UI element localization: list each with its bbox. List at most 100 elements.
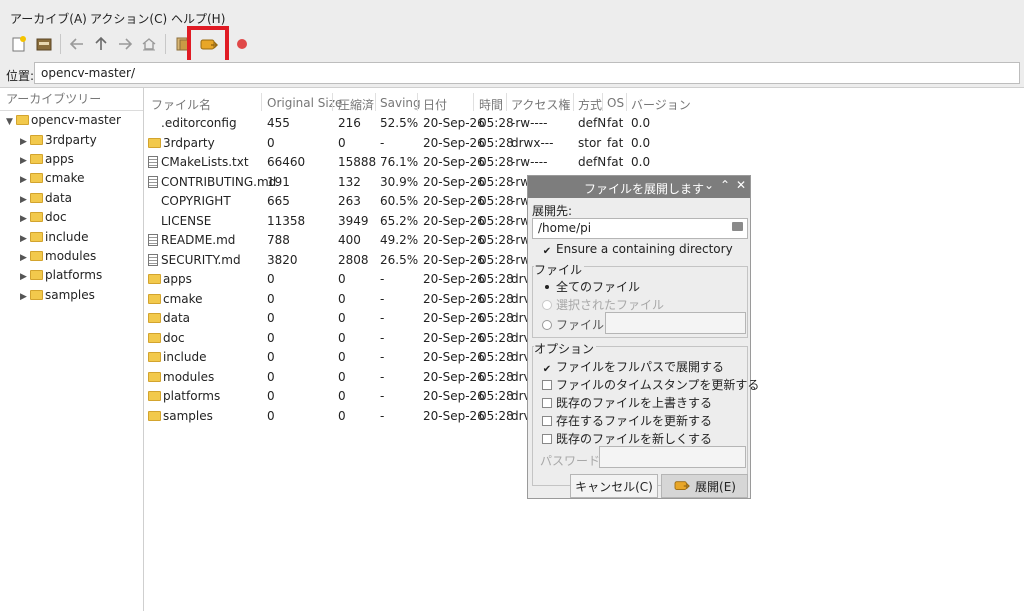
files-pattern-radio[interactable]: ファイル: <box>542 316 608 333</box>
open-archive-icon[interactable] <box>33 33 55 55</box>
back-arrow-icon[interactable] <box>66 33 88 55</box>
selected-files-radio[interactable]: 選択されたファイル <box>542 296 664 313</box>
menu-action[interactable]: アクション(C) <box>90 10 167 27</box>
extract-button[interactable]: 展開(E) <box>661 474 748 498</box>
cell-compressed: 0 <box>338 350 346 364</box>
dialog-title-bar[interactable]: ファイルを展開します ⌄ ⌃ ✕ <box>528 176 750 198</box>
column-header-compressed[interactable]: 圧縮済 <box>338 96 374 113</box>
file-list-header: ファイル名 Original Size 圧縮済 Saving 日付 時間 アクセ… <box>144 88 1024 117</box>
cell-original-size: 788 <box>267 233 290 247</box>
folder-icon <box>148 391 161 401</box>
filename-text: 3rdparty <box>163 135 215 150</box>
tree-item[interactable]: ▶ platforms <box>20 266 102 285</box>
table-row[interactable]: 3rdparty 0 0 - 20-Sep-26 05:28 drwx--- stor fat 0… <box>144 134 1024 153</box>
home-icon[interactable] <box>138 33 160 55</box>
cell-time: 05:28 <box>479 350 514 364</box>
files-pattern-input[interactable] <box>605 312 746 334</box>
menu-help[interactable]: ヘルプ(H) <box>171 10 225 27</box>
column-header-date[interactable]: 日付 <box>423 96 447 113</box>
column-header-permissions[interactable]: アクセス権 <box>511 96 570 113</box>
table-row[interactable]: CMakeLists.txt 66460 15888 76.1% 20-Sep-26 05… <box>144 153 1024 172</box>
cell-compressed: 216 <box>338 116 361 130</box>
expanded-triangle-icon[interactable]: ▼ <box>6 113 16 132</box>
cell-saving: 49.2% <box>380 233 419 247</box>
cell-saving: 65.2% <box>380 213 419 228</box>
cell-original-size: 0 <box>267 291 275 306</box>
cell-compressed: 0 <box>338 389 346 403</box>
up-arrow-icon[interactable] <box>90 33 112 55</box>
forward-arrow-icon[interactable] <box>114 33 136 55</box>
collapsed-triangle-icon[interactable]: ▶ <box>20 210 30 229</box>
cell-time: 05:28 <box>479 272 514 286</box>
column-header-saving[interactable]: Saving <box>380 96 421 110</box>
collapsed-triangle-icon[interactable]: ▶ <box>20 288 30 307</box>
collapsed-triangle-icon[interactable]: ▶ <box>20 268 30 287</box>
checkmark-icon: ✔ <box>542 246 552 257</box>
password-input[interactable] <box>599 446 746 468</box>
tree-item[interactable]: ▶ cmake <box>20 169 85 188</box>
tree-item[interactable]: ▶ doc <box>20 208 67 227</box>
cell-date: 20-Sep-26 <box>423 233 485 247</box>
files-group-label: ファイル <box>534 261 585 278</box>
close-icon[interactable]: ✕ <box>736 178 746 192</box>
tree-item[interactable]: ▶ include <box>20 228 88 247</box>
cell-compressed: 15888 <box>338 155 377 169</box>
filename-text: doc <box>163 330 185 345</box>
folder-icon <box>148 352 161 362</box>
collapsed-triangle-icon[interactable]: ▶ <box>20 171 30 190</box>
radio-icon <box>542 320 552 330</box>
column-header-method[interactable]: 方式 <box>578 96 602 113</box>
column-header-time[interactable]: 時間 <box>479 96 503 113</box>
archive-tree-header: アーカイブツリー <box>0 88 143 111</box>
opt-update-checkbox[interactable]: 存在するファイルを更新する <box>542 412 712 429</box>
opt-fullpath-checkbox[interactable]: ✔ ファイルをフルパスで展開する <box>542 358 724 376</box>
tree-item-label: 3rdparty <box>45 133 97 147</box>
opt-newer-checkbox[interactable]: 既存のファイルを新しくする <box>542 430 712 447</box>
cell-time: 05:28 <box>479 194 514 208</box>
cell-version: 0.0 <box>631 116 651 130</box>
cell-version: 0.0 <box>631 155 651 169</box>
extract-dialog: ファイルを展開します ⌄ ⌃ ✕ 展開先: /home/pi ✔ Ensure a… <box>527 175 759 499</box>
opt-fullpath-label: ファイルをフルパスで展開する <box>556 360 725 374</box>
text-file-icon <box>148 234 158 246</box>
folder-icon <box>148 410 161 421</box>
cell-permissions: -rw---- <box>511 116 548 130</box>
folder-browse-icon[interactable] <box>732 222 743 231</box>
new-archive-icon[interactable] <box>8 33 30 55</box>
destination-input[interactable]: /home/pi <box>532 218 748 239</box>
all-files-radio[interactable]: 全てのファイル <box>542 278 640 295</box>
tree-item[interactable]: ▶ apps <box>20 150 74 169</box>
stop-icon[interactable] <box>231 33 253 55</box>
ensure-directory-checkbox[interactable]: ✔ Ensure a containing directory <box>542 242 733 258</box>
maximize-icon[interactable]: ⌃ <box>720 178 730 192</box>
cell-original-size: 66460 <box>267 155 306 169</box>
minimize-icon[interactable]: ⌄ <box>704 178 714 192</box>
tree-item[interactable]: ▶ samples <box>20 286 95 305</box>
column-header-version[interactable]: バージョン <box>631 96 691 113</box>
tree-item[interactable]: ▶ data <box>20 189 72 208</box>
cell-time: 05:28 <box>479 330 514 345</box>
destination-value: /home/pi <box>538 221 592 235</box>
tree-item-label: modules <box>45 249 97 263</box>
cell-os: fat <box>607 116 624 130</box>
tree-item[interactable]: ▶ 3rdparty <box>20 131 97 150</box>
column-header-os[interactable]: OS <box>607 96 624 110</box>
filename-text: CONTRIBUTING.md <box>161 174 277 189</box>
opt-overwrite-checkbox[interactable]: 既存のファイルを上書きする <box>542 394 712 411</box>
column-header-name[interactable]: ファイル名 <box>151 96 211 113</box>
cell-time: 05:28 <box>479 155 514 169</box>
menu-archive[interactable]: アーカイブ(A) <box>10 10 87 27</box>
folder-icon <box>148 313 161 323</box>
cell-filename: 3rdparty <box>148 136 215 150</box>
location-input[interactable]: opencv-master/ <box>34 62 1020 84</box>
tree-root[interactable]: ▼ opencv-master <box>6 111 121 130</box>
tree-item[interactable]: ▶ modules <box>20 247 96 266</box>
cell-date: 20-Sep-26 <box>423 291 485 306</box>
cell-saving: - <box>380 330 385 345</box>
opt-timestamp-checkbox[interactable]: ファイルのタイムスタンプを更新する <box>542 376 759 393</box>
table-row[interactable]: .editorconfig 455 216 52.5% 20-Sep-26 05:28 -r… <box>144 114 1024 133</box>
ensure-directory-label: Ensure a containing directory <box>556 242 733 256</box>
cancel-button[interactable]: キャンセル(C) <box>570 474 658 498</box>
filename-text: platforms <box>163 389 221 403</box>
cell-original-size: 191 <box>267 174 290 189</box>
